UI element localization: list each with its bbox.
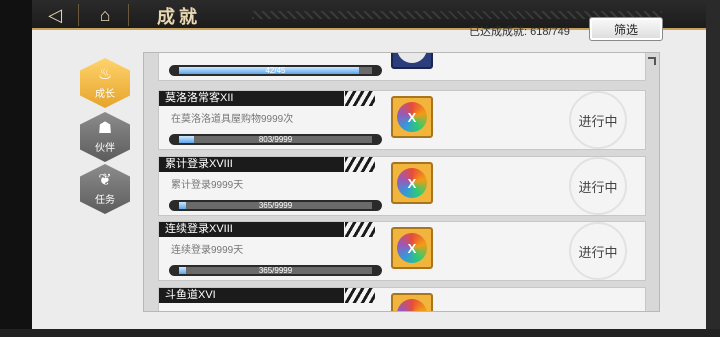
progress-bar: 365/9999 (169, 200, 382, 211)
reward-icon[interactable]: X (391, 162, 433, 204)
progress-text: 803/9999 (258, 135, 293, 144)
achievement-name: 连续登录XVIII (159, 222, 344, 237)
name-decoration (345, 157, 375, 172)
tab-label: 成长 (95, 88, 115, 100)
achievement-desc: 连续登录9999天 (171, 245, 244, 256)
reward-icon[interactable]: 900 (391, 53, 433, 69)
bottom-bezel (0, 329, 720, 337)
book-icon: ❦ (98, 171, 112, 189)
group-icon: ☗ (97, 119, 113, 137)
tab-label: 任务 (95, 194, 115, 206)
achievement-desc: 在莫洛洛道具屋购物9999次 (171, 114, 294, 125)
achievement-list[interactable]: 42/45 900 莫洛洛常客XII 在莫洛洛道具屋购物9999次 803/99… (143, 52, 660, 312)
achievement-desc: 累计登录9999天 (171, 180, 244, 191)
reward-icon[interactable]: X (391, 227, 433, 269)
filter-button[interactable]: 筛选 (589, 17, 663, 41)
right-bezel (706, 0, 720, 337)
list-item: 斗鱼道XVI (158, 287, 646, 311)
corner-marker (648, 57, 656, 65)
reward-gem: X (397, 102, 427, 132)
name-decoration (345, 288, 375, 303)
status-label: 进行中 (578, 244, 618, 260)
progress-bar: 803/9999 (169, 134, 382, 145)
reward-badge: 900 (397, 53, 427, 63)
progress-bar: 365/9999 (169, 265, 382, 276)
name-decoration (345, 222, 375, 237)
progress-text: 42/45 (265, 66, 286, 75)
achievement-name: 累计登录XVIII (159, 157, 344, 172)
page-title: 成就 (157, 7, 201, 27)
list-item: 累计登录XVIII 累计登录9999天 365/9999 X 进行中 (158, 156, 646, 216)
list-item: 连续登录XVIII 连续登录9999天 365/9999 X 进行中 (158, 221, 646, 281)
list-item: 42/45 900 (158, 53, 646, 81)
list-item: 莫洛洛常客XII 在莫洛洛道具屋购物9999次 803/9999 X 进行中 (158, 90, 646, 150)
reward-icon[interactable]: X (391, 96, 433, 138)
divider (128, 4, 129, 26)
reward-icon[interactable] (391, 293, 433, 311)
status-badge: 进行中 (569, 157, 627, 215)
flame-icon: ♨ (97, 65, 113, 83)
achievement-count: 已达成成就: 618/749 (469, 26, 570, 38)
progress-text: 365/9999 (258, 201, 293, 210)
reward-gem (397, 299, 427, 311)
status-label: 进行中 (578, 113, 618, 129)
back-arrow-icon[interactable]: ◁ (32, 0, 78, 30)
tab-partners[interactable]: ☗ 伙伴 (80, 112, 130, 162)
reward-gem: X (397, 233, 427, 263)
achievement-name: 莫洛洛常客XII (159, 91, 344, 106)
progress-bar: 42/45 (169, 65, 382, 76)
home-icon[interactable]: ⌂ (82, 0, 128, 30)
left-bezel (0, 0, 32, 337)
tab-label: 伙伴 (95, 142, 115, 154)
tab-growth[interactable]: ♨ 成长 (80, 58, 130, 108)
divider (78, 4, 79, 26)
progress-text: 365/9999 (258, 266, 293, 275)
achievement-name: 斗鱼道XVI (159, 288, 344, 303)
achievement-screen: ◁ ⌂ 成就 已达成成就: 618/749 筛选 ♨ 成长 ☗ 伙伴 ❦ 任务 … (0, 0, 720, 337)
status-label: 进行中 (578, 179, 618, 195)
status-badge: 进行中 (569, 222, 627, 280)
tab-tasks[interactable]: ❦ 任务 (80, 164, 130, 214)
name-decoration (345, 91, 375, 106)
reward-gem: X (397, 168, 427, 198)
status-badge: 进行中 (569, 91, 627, 149)
